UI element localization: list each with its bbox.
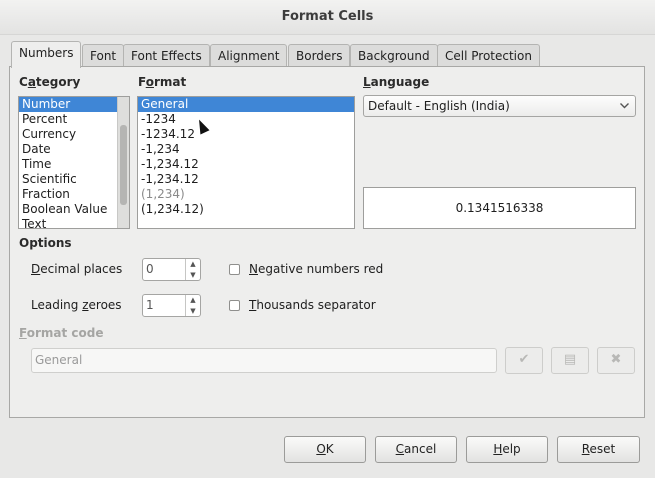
decimal-places-label: Decimal places [31, 262, 123, 276]
thousands-separator-label[interactable]: Thousands separator [249, 298, 376, 312]
ok-button[interactable]: OK [284, 436, 366, 463]
category-item[interactable]: Boolean Value [19, 202, 129, 217]
language-label: Language [363, 75, 430, 89]
decimal-places-stepper[interactable]: 0 ▲ ▼ [142, 258, 201, 281]
language-dropdown[interactable]: Default - English (India) [363, 95, 636, 117]
edit-comment-button[interactable]: ▤ [551, 347, 589, 374]
category-item[interactable]: Time [19, 157, 129, 172]
options-label: Options [19, 236, 72, 250]
category-label: Category [19, 75, 81, 89]
tab-font-effects[interactable]: Font Effects [123, 44, 210, 66]
format-item[interactable]: -1,234 [138, 142, 354, 157]
spin-arrows-icon[interactable]: ▲ ▼ [185, 295, 200, 316]
leading-zeroes-stepper[interactable]: 1 ▲ ▼ [142, 294, 201, 317]
decimal-places-value: 0 [146, 262, 154, 276]
delete-format-button[interactable]: ✖ [597, 347, 635, 374]
cancel-button[interactable]: Cancel [375, 436, 457, 463]
category-item[interactable]: Fraction [19, 187, 129, 202]
category-item[interactable]: Number [19, 97, 129, 112]
check-icon: ✔ [518, 352, 530, 367]
leading-zeroes-label: Leading zeroes [31, 298, 122, 312]
help-button[interactable]: Help [466, 436, 548, 463]
tab-alignment[interactable]: Alignment [210, 44, 288, 66]
format-item[interactable]: (1,234.12) [138, 202, 354, 217]
format-item[interactable]: -1234.12 [138, 127, 354, 142]
scrollbar-thumb[interactable] [120, 125, 127, 205]
language-value: Default - English (India) [368, 99, 510, 113]
format-code-value: General [35, 353, 83, 367]
category-item[interactable]: Scientific [19, 172, 129, 187]
format-item[interactable]: -1234 [138, 112, 354, 127]
format-item[interactable]: General [138, 97, 354, 112]
format-code-label: Format code [19, 326, 104, 340]
accept-format-button[interactable]: ✔ [505, 347, 543, 374]
leading-zeroes-value: 1 [146, 298, 154, 312]
comment-icon: ▤ [563, 352, 577, 367]
format-item[interactable]: (1,234) [138, 187, 354, 202]
tab-borders[interactable]: Borders [288, 44, 351, 66]
spin-arrows-icon[interactable]: ▲ ▼ [185, 259, 200, 280]
format-item[interactable]: -1,234.12 [138, 157, 354, 172]
negative-red-checkbox[interactable] [229, 264, 240, 275]
tab-numbers[interactable]: Numbers [11, 41, 82, 68]
dialog-title: Format Cells [281, 9, 374, 24]
negative-red-label[interactable]: Negative numbers red [249, 262, 383, 276]
category-list[interactable]: Number Percent Currency Date Time Scient… [18, 96, 130, 229]
category-item[interactable]: Percent [19, 112, 129, 127]
format-list[interactable]: General -1234 -1234.12 -1,234 -1,234.12 … [137, 96, 355, 229]
preview-value: 0.1341516338 [455, 201, 544, 215]
category-scrollbar[interactable] [117, 97, 129, 228]
tab-font[interactable]: Font [82, 44, 125, 66]
format-preview: 0.1341516338 [363, 187, 636, 229]
delete-icon: ✖ [610, 352, 622, 367]
reset-button[interactable]: Reset [557, 436, 640, 463]
chevron-down-icon [620, 103, 629, 109]
category-item[interactable]: Currency [19, 127, 129, 142]
title-bar: Format Cells [0, 0, 655, 35]
format-code-input[interactable]: General [31, 348, 497, 373]
category-item[interactable]: Text [19, 217, 129, 228]
thousands-separator-checkbox[interactable] [229, 300, 240, 311]
tab-background[interactable]: Background [350, 44, 438, 66]
category-item[interactable]: Date [19, 142, 129, 157]
format-label: Format [138, 75, 187, 89]
tab-cell-protection[interactable]: Cell Protection [437, 44, 540, 66]
format-item[interactable]: -1,234.12 [138, 172, 354, 187]
